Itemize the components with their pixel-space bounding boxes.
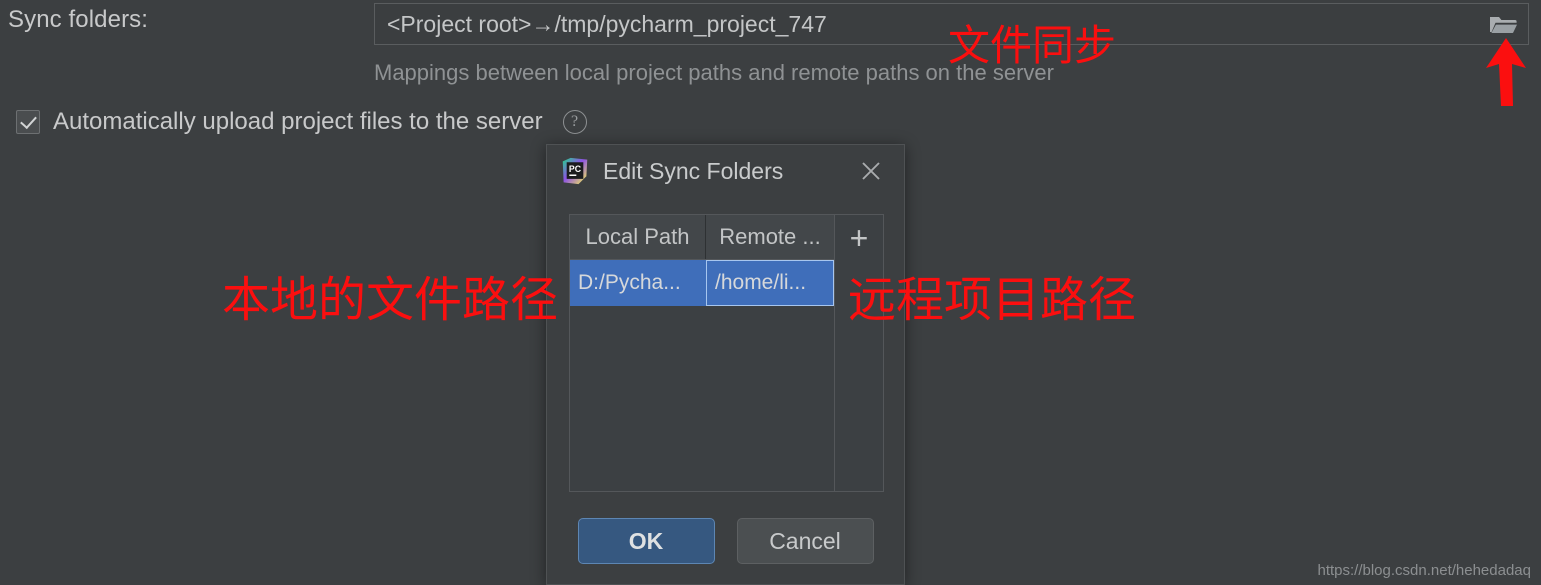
table-body: D:/Pycha... /home/li...	[570, 260, 834, 491]
plus-icon[interactable]: +	[835, 215, 883, 260]
auto-upload-row: Automatically upload project files to th…	[16, 108, 587, 136]
table-row[interactable]: D:/Pycha... /home/li...	[570, 260, 834, 306]
auto-upload-label: Automatically upload project files to th…	[53, 108, 543, 135]
folder-open-icon[interactable]	[1486, 10, 1520, 38]
table-toolbar: +	[835, 215, 883, 491]
sync-folders-hint: Mappings between local project paths and…	[374, 60, 1054, 85]
sync-folders-table: Local Path Remote ... D:/Pycha... /home/…	[569, 214, 884, 492]
screen-root: Sync folders: <Project root>→/tmp/pychar…	[0, 0, 1541, 585]
dialog-button-bar: OK Cancel	[547, 518, 904, 564]
column-header-remote-path[interactable]: Remote ...	[706, 215, 834, 259]
dialog-titlebar[interactable]: PC Edit Sync Folders	[547, 145, 904, 197]
svg-text:PC: PC	[569, 164, 582, 174]
table-header-row: Local Path Remote ...	[570, 215, 834, 260]
annotation-local-path: 本地的文件路径	[222, 272, 559, 328]
sync-folders-label: Sync folders:	[8, 6, 149, 33]
edit-sync-folders-dialog: PC Edit Sync Folders Local Path Remote .…	[546, 144, 905, 585]
sync-folders-value: <Project root>→/tmp/pycharm_project_747	[387, 10, 827, 37]
auto-upload-checkbox[interactable]	[16, 110, 40, 134]
red-up-arrow-icon	[1486, 38, 1526, 106]
ok-button[interactable]: OK	[577, 518, 715, 564]
cell-local-path[interactable]: D:/Pycha...	[570, 260, 706, 306]
dialog-title: Edit Sync Folders	[603, 157, 784, 184]
close-x-icon[interactable]	[858, 158, 884, 184]
sync-folders-field[interactable]: <Project root>→/tmp/pycharm_project_747	[374, 3, 1529, 45]
cell-remote-path[interactable]: /home/li...	[706, 260, 834, 306]
pycharm-logo-icon: PC	[562, 157, 588, 185]
watermark: https://blog.csdn.net/hehedadaq	[1317, 562, 1531, 579]
question-mark-icon[interactable]: ?	[562, 110, 587, 134]
table-columns: Local Path Remote ... D:/Pycha... /home/…	[570, 215, 835, 491]
cancel-button[interactable]: Cancel	[736, 518, 874, 564]
column-header-local-path[interactable]: Local Path	[570, 215, 706, 259]
